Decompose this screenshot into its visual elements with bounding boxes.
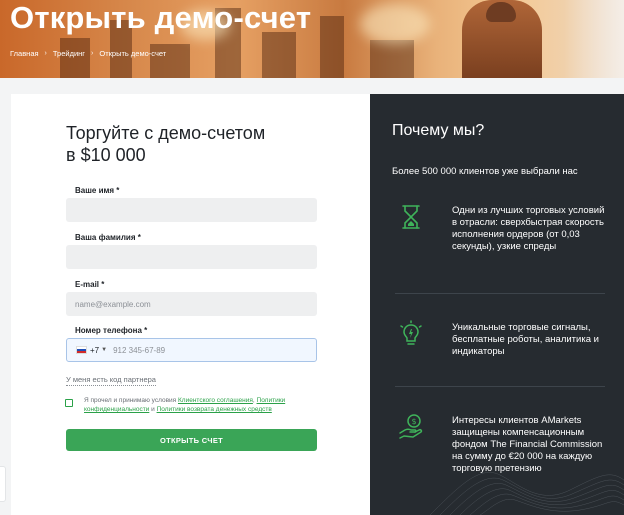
hero-fade (564, 0, 624, 78)
phone-label: Номер телефона * (75, 326, 148, 335)
hero-building (320, 16, 344, 78)
hourglass-icon (402, 205, 420, 229)
partner-code-link[interactable]: У меня есть код партнера (66, 375, 156, 386)
name-input[interactable] (66, 198, 317, 222)
phone-country-code[interactable]: +7 (90, 346, 99, 355)
russia-flag-icon[interactable] (76, 346, 87, 354)
agree-checkbox[interactable] (65, 399, 73, 407)
page-title: Открыть демо-счет (10, 0, 312, 35)
agree-text: Я прочел и принимаю условия Клиентского … (84, 396, 314, 414)
side-tab[interactable] (0, 466, 6, 502)
why-subtitle: Более 500 000 клиентов уже выбрали нас (392, 166, 578, 177)
divider (395, 293, 605, 294)
email-input[interactable]: name@example.com (66, 292, 317, 316)
refund-policy-link[interactable]: Политики возврата денежных средств (157, 406, 272, 413)
breadcrumb-separator-icon: › (44, 50, 47, 57)
breadcrumb-separator-icon: › (91, 50, 94, 57)
svg-text:$: $ (411, 417, 416, 426)
surname-input[interactable] (66, 245, 317, 269)
hero-light (360, 4, 430, 44)
agree-separator: и (149, 406, 157, 413)
benefit-text: Одни из лучших торговых условий в отрасл… (452, 205, 605, 252)
hero-building (370, 40, 414, 78)
divider (395, 386, 605, 387)
client-agreement-link[interactable]: Клиентского соглашения (178, 397, 253, 404)
email-placeholder: name@example.com (75, 299, 151, 309)
breadcrumb: Главная › Трейдинг › Открыть демо-счет (10, 49, 166, 58)
form-title-line1: Торгуйте с демо-счетом (66, 123, 266, 143)
benefit-text: Интересы клиентов AMarkets защищены комп… (452, 415, 603, 474)
form-title: Торгуйте с демо-счетом в $10 000 (66, 122, 326, 166)
surname-label: Ваша фамилия * (75, 233, 141, 242)
open-account-button[interactable]: ОТКРЫТЬ СЧЕТ (66, 429, 317, 451)
benefit-text: Уникальные торговые сигналы, бесплатные … (452, 322, 599, 357)
phone-placeholder: 912 345-67-89 (113, 345, 166, 355)
breadcrumb-home[interactable]: Главная (10, 49, 39, 58)
email-label: E-mail * (75, 280, 105, 289)
name-label: Ваше имя * (75, 186, 120, 195)
money-hand-icon: $ (399, 414, 423, 439)
phone-input[interactable]: +7 ▼ 912 345-67-89 (66, 338, 317, 362)
breadcrumb-trading[interactable]: Трейдинг (53, 49, 85, 58)
form-title-line2: в $10 000 (66, 145, 146, 165)
hero-building (60, 38, 90, 78)
breadcrumb-current: Открыть демо-счет (99, 49, 167, 58)
why-title: Почему мы? (392, 122, 485, 139)
agree-prefix: Я прочел и принимаю условия (84, 397, 178, 404)
chevron-down-icon[interactable]: ▼ (101, 347, 107, 353)
hero-building (262, 32, 296, 78)
lightbulb-icon (400, 320, 422, 345)
hero-person-head (486, 2, 516, 22)
